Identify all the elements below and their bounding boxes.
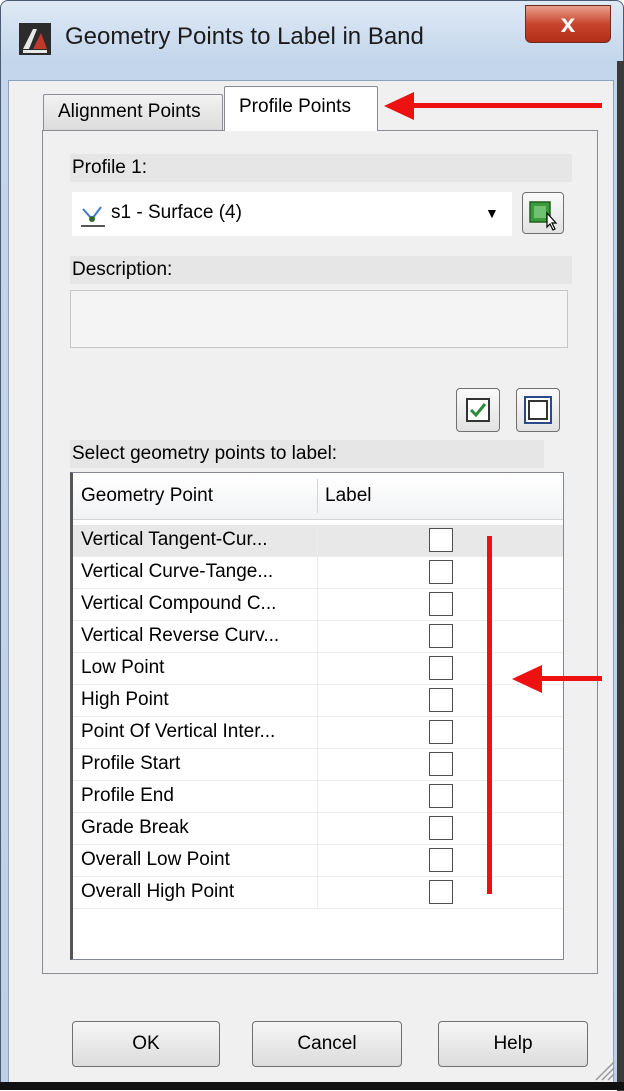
label-checkbox[interactable] <box>429 784 453 808</box>
row-geometry-point: Profile Start <box>81 753 181 774</box>
column-divider <box>317 717 318 749</box>
row-geometry-point: Vertical Curve-Tange... <box>81 561 274 582</box>
tab-profile-points[interactable]: Profile Points <box>224 86 378 131</box>
resize-grip-icon[interactable] <box>590 1056 616 1082</box>
tab-label: Profile Points <box>239 96 351 117</box>
profile-dropdown[interactable]: s1 - Surface (4) ▼ <box>72 192 512 236</box>
uncheck-all-button[interactable] <box>516 388 560 432</box>
profile-selected-value: s1 - Surface (4) <box>111 202 242 223</box>
row-geometry-point: Profile End <box>81 785 174 806</box>
column-divider <box>317 653 318 685</box>
window-title: Geometry Points to Label in Band <box>65 23 424 50</box>
label-checkbox[interactable] <box>429 688 453 712</box>
chevron-down-icon[interactable]: ▼ <box>485 205 499 221</box>
annotation-arrow-shaft <box>540 676 602 681</box>
column-divider <box>317 877 318 909</box>
title-bar[interactable]: Geometry Points to Label in Band x <box>1 1 623 73</box>
profile-label: Profile 1: <box>70 154 572 182</box>
cancel-button[interactable]: Cancel <box>252 1021 402 1067</box>
column-divider <box>317 557 318 589</box>
label-checkbox[interactable] <box>429 656 453 680</box>
column-divider <box>317 589 318 621</box>
description-label: Description: <box>70 256 572 284</box>
annotation-arrowhead-icon <box>384 92 414 120</box>
window-frame-bottom <box>0 1082 624 1090</box>
column-divider <box>317 845 318 877</box>
label-checkbox[interactable] <box>429 816 453 840</box>
close-button[interactable]: x <box>525 5 611 43</box>
column-divider <box>317 621 318 653</box>
annotation-arrowhead-icon <box>512 665 542 693</box>
row-geometry-point: High Point <box>81 689 169 710</box>
column-header-label[interactable]: Label <box>325 485 372 507</box>
label-checkbox[interactable] <box>429 848 453 872</box>
tab-label: Alignment Points <box>58 101 201 122</box>
ok-button[interactable]: OK <box>72 1021 220 1067</box>
label-checkbox[interactable] <box>429 528 453 552</box>
column-divider <box>317 813 318 845</box>
label-checkbox[interactable] <box>429 720 453 744</box>
label-checkbox[interactable] <box>429 752 453 776</box>
row-geometry-point: Vertical Tangent-Cur... <box>81 529 268 550</box>
row-geometry-point: Overall High Point <box>81 881 235 902</box>
row-geometry-point: Vertical Compound C... <box>81 593 277 614</box>
row-geometry-point: Overall Low Point <box>81 849 230 870</box>
help-button[interactable]: Help <box>438 1021 588 1067</box>
annotation-vertical-bar <box>487 536 492 894</box>
row-geometry-point: Low Point <box>81 657 165 678</box>
column-divider <box>317 685 318 717</box>
row-geometry-point: Vertical Reverse Curv... <box>81 625 280 646</box>
row-geometry-point: Grade Break <box>81 817 189 838</box>
pick-from-drawing-icon <box>529 201 558 231</box>
tab-alignment-points[interactable]: Alignment Points <box>43 94 223 130</box>
pick-profile-button[interactable] <box>522 192 564 234</box>
description-field[interactable] <box>70 290 568 348</box>
column-divider <box>317 749 318 781</box>
column-header-geometry-point[interactable]: Geometry Point <box>81 485 213 507</box>
row-geometry-point: Point Of Vertical Inter... <box>81 721 276 742</box>
column-divider[interactable] <box>317 479 318 513</box>
column-divider <box>317 525 318 557</box>
label-checkbox[interactable] <box>429 624 453 648</box>
grid-prompt-label: Select geometry points to label: <box>70 440 544 468</box>
column-divider <box>317 781 318 813</box>
profile-icon <box>81 206 105 227</box>
label-checkbox[interactable] <box>429 592 453 616</box>
check-all-icon <box>466 398 490 422</box>
check-all-button[interactable] <box>456 388 500 432</box>
window-frame-right <box>617 61 624 1091</box>
label-checkbox[interactable] <box>429 560 453 584</box>
annotation-arrow-shaft <box>404 103 602 108</box>
uncheck-all-icon <box>524 396 552 424</box>
grid-header: Geometry Point Label <box>73 473 563 520</box>
label-checkbox[interactable] <box>429 880 453 904</box>
autocad-app-icon <box>19 23 51 55</box>
close-icon: x <box>560 8 576 38</box>
